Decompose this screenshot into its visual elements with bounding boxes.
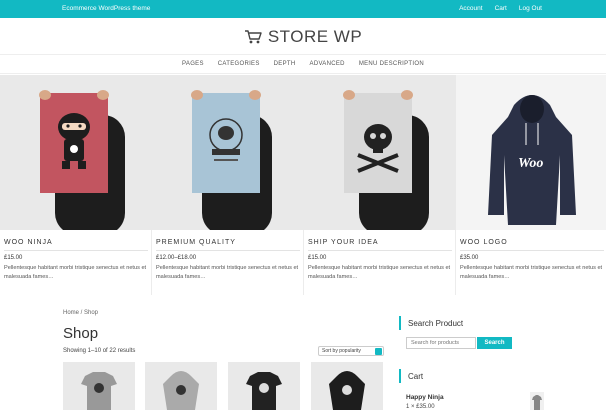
product-image-skull-poster[interactable]: [304, 75, 456, 230]
product-price: £15.00: [4, 255, 23, 261]
shop-product-thumbnail[interactable]: [145, 362, 217, 410]
main-nav: PAGES CATEGORIES DEPTH ADVANCED MENU DES…: [0, 54, 606, 74]
cart-widget-title: Cart: [408, 372, 424, 381]
shop-product-thumbnail[interactable]: [228, 362, 300, 410]
product-card[interactable]: SHIP YOUR IDEA £15.00 Pellentesque habit…: [304, 75, 456, 295]
logout-link[interactable]: Log Out: [519, 5, 542, 12]
breadcrumb[interactable]: Home / Shop: [63, 310, 98, 316]
featured-products: WOO NINJA £15.00 Pellentesque habitant m…: [0, 75, 606, 295]
nav-item-depth[interactable]: DEPTH: [274, 61, 296, 67]
sort-select-value: Sort by popularity: [322, 348, 361, 354]
shop-product-thumbnail[interactable]: [311, 362, 383, 410]
cart-item-thumbnail[interactable]: [530, 392, 544, 410]
shop-product-thumbnail[interactable]: [63, 362, 135, 410]
product-price: £15.00: [308, 255, 327, 261]
site-logo[interactable]: STORE WP: [0, 24, 606, 50]
top-bar: Ecommerce WordPress theme Account Cart L…: [0, 0, 606, 18]
product-title[interactable]: WOO NINJA: [4, 239, 53, 246]
nav-item-menu-description[interactable]: MENU DESCRIPTION: [359, 61, 424, 67]
cart-link[interactable]: Cart: [495, 5, 507, 12]
sort-select[interactable]: Sort by popularity: [318, 346, 384, 356]
search-input[interactable]: [406, 337, 476, 349]
account-links: Account Cart Log Out: [459, 5, 542, 12]
product-description: Pellentesque habitant morbi tristique se…: [4, 265, 147, 280]
page-title: Shop: [63, 325, 99, 342]
widget-accent-bar: [399, 316, 401, 330]
cart-icon: [244, 30, 262, 44]
chevron-down-icon: [375, 348, 382, 355]
product-description: Pellentesque habitant morbi tristique se…: [308, 265, 451, 280]
product-title[interactable]: PREMIUM QUALITY: [156, 239, 236, 246]
product-image-woo-hoodie[interactable]: Woo: [456, 75, 606, 230]
result-count: Showing 1–10 of 22 results: [63, 348, 136, 354]
site-tagline: Ecommerce WordPress theme: [62, 5, 151, 12]
nav-item-categories[interactable]: CATEGORIES: [218, 61, 260, 67]
logo-text: STORE WP: [267, 27, 363, 46]
product-card[interactable]: PREMIUM QUALITY £12.00–£18.00 Pellentesq…: [152, 75, 304, 295]
widget-accent-bar: [399, 369, 401, 383]
svg-text:Woo: Woo: [518, 156, 543, 171]
search-button[interactable]: Search: [477, 337, 512, 349]
nav-item-advanced[interactable]: ADVANCED: [310, 61, 345, 67]
product-title[interactable]: SHIP YOUR IDEA: [308, 239, 379, 246]
product-price: £35.00: [460, 255, 479, 261]
product-description: Pellentesque habitant morbi tristique se…: [460, 265, 603, 280]
product-title[interactable]: WOO LOGO: [460, 239, 508, 246]
product-image-woothemes-poster[interactable]: [152, 75, 304, 230]
account-link[interactable]: Account: [459, 5, 483, 12]
cart-item-quantity: 1 × £35.00: [406, 404, 435, 410]
product-image-ninja-poster[interactable]: [0, 75, 152, 230]
product-description: Pellentesque habitant morbi tristique se…: [156, 265, 299, 280]
nav-item-pages[interactable]: PAGES: [182, 61, 204, 67]
search-widget-title: Search Product: [408, 319, 464, 328]
product-card[interactable]: WOO NINJA £15.00 Pellentesque habitant m…: [0, 75, 152, 295]
product-card[interactable]: Woo WOO LOGO £35.00 Pellentesque habitan…: [456, 75, 606, 295]
cart-item-name[interactable]: Happy Ninja: [406, 394, 444, 401]
product-price: £12.00–£18.00: [156, 255, 197, 261]
